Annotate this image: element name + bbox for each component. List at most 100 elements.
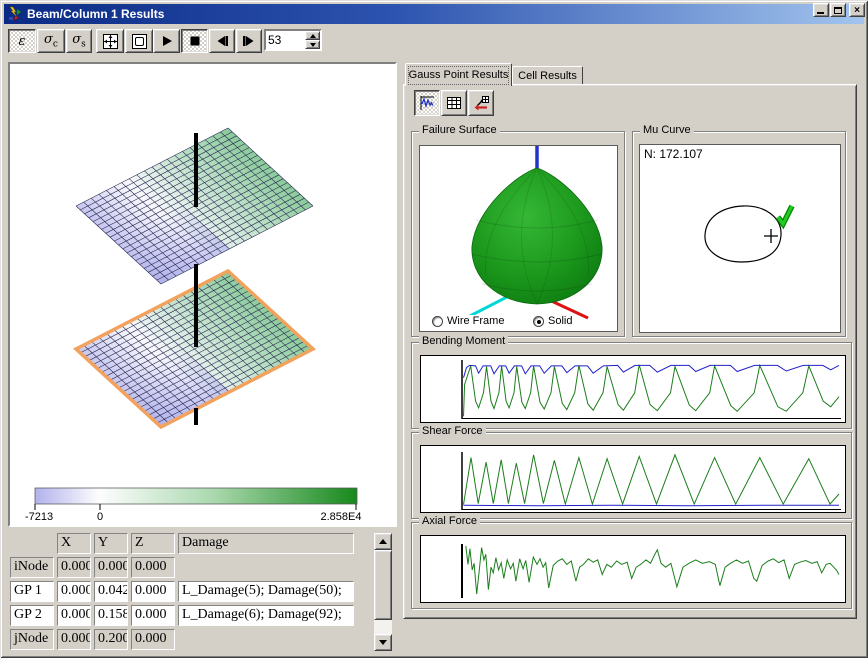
colorbar-zero-label: 0 [97,511,103,523]
wireframe-label: Wire Frame [447,315,504,327]
table-view-icon [445,94,463,112]
play-button[interactable] [153,29,180,53]
mu-curve-title: Mu Curve [640,124,694,136]
epsilon-icon: ε [19,35,26,48]
failure-surface-plot [420,146,617,331]
n-value-label: N: 172.107 [644,147,703,161]
results-table: X Y Z Damage iNode 0.000 0.000 0.000 GP … [10,533,354,650]
single-view-icon [131,33,148,50]
frame-spinner [264,29,322,51]
failure-surface-title: Failure Surface [419,124,500,136]
table-cell [178,629,354,650]
stop-button[interactable] [181,29,208,53]
plot-view-button[interactable] [414,90,440,116]
app-window: Beam/Column 1 Results × ε σc σs [0,0,868,658]
scrollbar-thumb[interactable] [374,550,392,620]
colorbar [35,488,357,504]
mu-curve-view: N: 172.107 [639,144,841,333]
bending-moment-title: Bending Moment [419,335,508,347]
shear-force-title: Shear Force [419,425,486,437]
failure-surface-group: Failure Surface Wire Frame [411,131,625,337]
send-to-table-button[interactable] [468,90,494,116]
wireframe-radio-option[interactable]: Wire Frame [432,315,504,327]
bending-moment-group: Bending Moment [411,342,852,429]
bending-moment-plot [421,356,845,422]
axial-force-title: Axial Force [419,515,480,527]
shear-force-plot [421,446,845,512]
table-cell [178,557,354,578]
step-back-button[interactable] [209,29,235,53]
solid-radio-option[interactable]: Solid [533,315,572,327]
row-label: iNode [10,557,54,578]
radio-icon[interactable] [432,316,443,327]
current-point-marker [764,229,778,243]
table-cell: 0.042 [94,581,128,602]
failure-surface-solid [472,168,602,304]
bending-moment-chart [420,355,846,423]
mu-curve-line [705,206,781,262]
tab-cell-results[interactable]: Cell Results [512,66,583,84]
table-cell: 0.200 [94,629,128,650]
column-header-y: Y [94,533,128,554]
table-cell: 0.000 [131,557,175,578]
down-arrow-icon [379,640,387,649]
table-cell: 0.000 [57,557,91,578]
sigma-s-icon: σs [72,33,86,50]
table-corner [10,533,54,554]
strain-button[interactable]: ε [8,29,36,53]
single-view-button[interactable] [125,29,153,53]
table-cell: 0.000 [57,605,91,626]
row-label: GP 2 [10,605,54,626]
solid-label: Solid [548,315,572,327]
table-cell: 0.000 [57,581,91,602]
plot-view-icon [418,94,436,112]
window-title: Beam/Column 1 Results [27,7,164,21]
table-cell: 0.000 [57,629,91,650]
maximize-button[interactable] [830,3,846,17]
down-arrow-icon [310,43,316,50]
spinner-up-button[interactable] [305,31,320,40]
table-view-button[interactable] [441,90,467,116]
spinner-down-button[interactable] [305,40,320,49]
mu-curve-plot [640,145,840,332]
maximize-icon [834,7,842,14]
close-icon: × [854,5,860,16]
column-header-z: Z [131,533,175,554]
table-scrollbar[interactable] [374,533,392,651]
failure-surface-view[interactable]: Wire Frame Solid [419,145,618,332]
sigma-c-button[interactable]: σc [37,29,65,53]
radio-selected-icon[interactable] [533,316,544,327]
scroll-down-button[interactable] [374,634,392,651]
sigma-s-button[interactable]: σs [66,29,92,53]
table-cell: 0.000 [131,581,175,602]
app-icon [7,6,23,22]
send-to-table-icon [472,94,490,112]
axial-force-chart [420,535,846,603]
step-forward-icon [242,34,256,48]
step-back-icon [215,34,229,48]
play-icon [160,34,174,48]
frame-input[interactable] [266,31,305,49]
column-header-x: X [57,533,91,554]
tab-gauss-point-results[interactable]: Gauss Point Results [405,63,512,86]
four-view-button[interactable] [96,29,124,53]
row-label: GP 1 [10,581,54,602]
scroll-up-button[interactable] [374,533,392,550]
mu-curve-group: Mu Curve N: 172.107 [632,131,846,337]
table-cell: 0.000 [131,605,175,626]
row-label: jNode [10,629,54,650]
model-viewport[interactable]: -7213 0 2.858E4 [8,62,397,527]
up-arrow-icon [310,31,316,38]
table-cell: 0.158 [94,605,128,626]
close-button[interactable]: × [849,3,865,17]
colorbar-min-label: -7213 [25,511,53,523]
minimize-icon [817,12,824,14]
axial-force-group: Axial Force [411,522,852,609]
step-forward-button[interactable] [236,29,262,53]
axial-force-plot [421,536,845,602]
table-cell: 0.000 [131,629,175,650]
damage-cell: L_Damage(5); Damage(50); [178,581,354,602]
title-bar[interactable]: Beam/Column 1 Results [4,4,864,24]
mesh-scene: -7213 0 2.858E4 [10,64,395,525]
minimize-button[interactable] [813,3,829,17]
